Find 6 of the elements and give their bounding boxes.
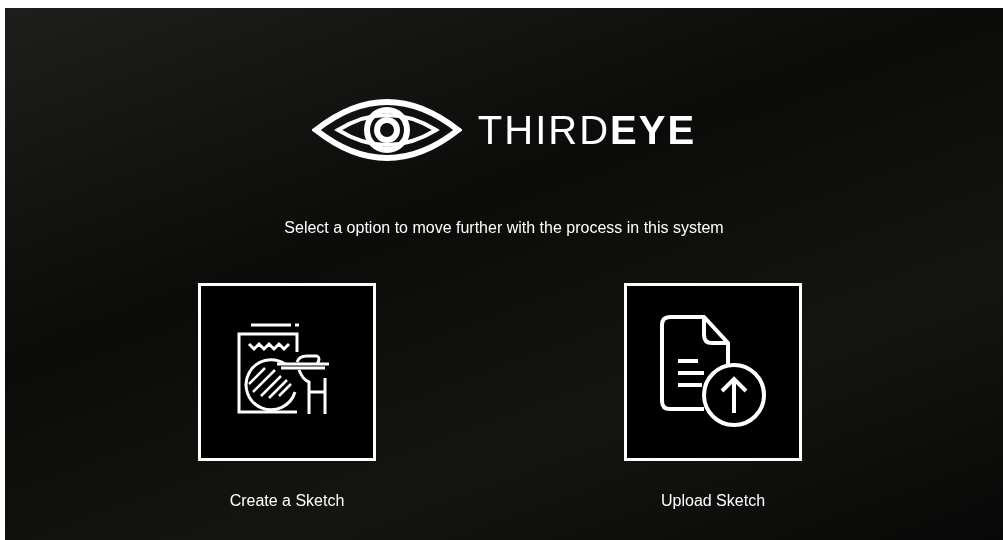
- option-tile[interactable]: [198, 283, 376, 461]
- option-label: Upload Sketch: [660, 491, 766, 511]
- brand-wordmark: THIRDEYE: [477, 110, 697, 150]
- instruction-text: Select a option to move further with the process in this system: [284, 218, 724, 238]
- option-label: Create a Sketch: [229, 491, 345, 511]
- option-tile[interactable]: [624, 283, 802, 461]
